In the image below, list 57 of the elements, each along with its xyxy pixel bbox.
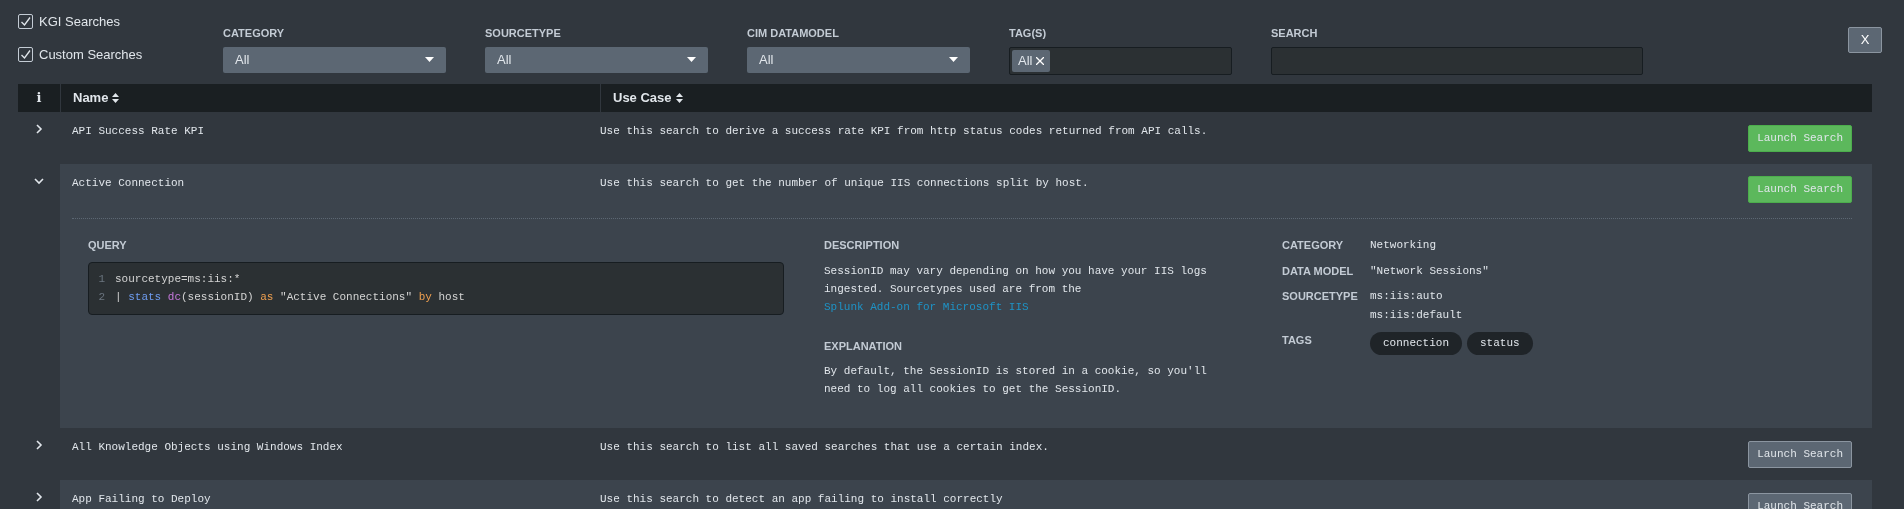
- meta-value: ms:iis:default: [1370, 307, 1463, 323]
- explanation-text: By default, the SessionID is stored in a cookie, so you'll need to log all cookies to get the SessionID.: [824, 364, 1208, 397]
- section-label: QUERY: [88, 238, 128, 253]
- filter-label: SEARCH: [1271, 26, 1319, 41]
- sort-icon[interactable]: [112, 93, 120, 103]
- info-header: i: [35, 89, 43, 108]
- category-select[interactable]: All: [485, 46, 708, 73]
- close-icon[interactable]: [1036, 56, 1045, 65]
- launch-search-button[interactable]: Launch Search: [1748, 441, 1852, 468]
- sort-icon[interactable]: [675, 93, 683, 103]
- chevron-down-icon[interactable]: [34, 176, 44, 186]
- code-line: sourcetype=ms:iis:*: [114, 271, 241, 287]
- line-number: 2: [97, 290, 106, 305]
- meta-label: CATEGORY: [1282, 238, 1345, 253]
- caret-icon: [425, 57, 434, 62]
- section-label: DESCRIPTION: [824, 238, 901, 253]
- tag-chip[interactable]: All: [1012, 49, 1051, 72]
- filter-label: TAG(S): [1009, 26, 1048, 41]
- search-name: App Failing to Deploy: [71, 492, 212, 507]
- use-case-text: Use this search to derive a success rate KPI from http status codes returned from API calls.: [600, 124, 1209, 139]
- tag-pill[interactable]: connection: [1370, 332, 1462, 355]
- category-select[interactable]: All: [747, 46, 970, 73]
- caret-icon: [949, 57, 958, 62]
- filter-label: CIM DATAMODEL: [747, 26, 840, 41]
- search-field[interactable]: [1271, 46, 1643, 75]
- search-name: All Knowledge Objects using Windows Index: [71, 440, 344, 455]
- checkbox[interactable]: [18, 14, 33, 30]
- use-case-text: Use this search to detect an app failing to install correctly: [600, 492, 1004, 507]
- code-line: | stats dc(sessionID) as "Active Connections" by host: [114, 290, 465, 305]
- use-case-text: Use this search to get the number of unique IIS connections split by host.: [600, 176, 1090, 191]
- search-name: API Success Rate KPI: [71, 124, 206, 139]
- section-label: EXPLANATION: [824, 338, 904, 354]
- search-name: Active Connection: [71, 176, 186, 191]
- chevron-right-icon[interactable]: [34, 492, 44, 502]
- meta-label: TAGS: [1282, 333, 1313, 348]
- checkbox[interactable]: [18, 46, 33, 62]
- add-on-link[interactable]: Splunk Add-on for Microsoft IIS: [824, 300, 1029, 313]
- checkbox-label: Custom Searches: [39, 45, 143, 64]
- close-button[interactable]: X: [1848, 27, 1882, 53]
- chevron-right-icon[interactable]: [34, 124, 44, 134]
- meta-value: "Network Sessions": [1370, 263, 1489, 279]
- tag-input[interactable]: All: [1009, 46, 1232, 75]
- category-select[interactable]: All: [223, 46, 446, 73]
- launch-search-button[interactable]: Launch Search: [1748, 493, 1852, 509]
- filter-label: SOURCETYPE: [485, 26, 562, 41]
- meta-value: ms:iis:auto: [1370, 289, 1444, 304]
- meta-label: DATA MODEL: [1282, 263, 1355, 279]
- use-case-text: Use this search to list all saved searches that use a certain index.: [600, 440, 1050, 455]
- tag-pill[interactable]: status: [1467, 332, 1533, 355]
- checkbox-label: KGI Searches: [39, 13, 120, 31]
- line-number: 1: [97, 271, 106, 287]
- meta-value: Networking: [1370, 238, 1436, 253]
- chevron-right-icon[interactable]: [34, 440, 44, 450]
- caret-icon: [687, 57, 696, 62]
- filter-label: CATEGORY: [223, 26, 286, 41]
- meta-label: SOURCETYPE: [1282, 289, 1359, 304]
- description-text: SessionID may vary depending on how you have your IIS logs ingested. Sourcetypes used are from the Splunk Add-on for Microsoft IIS: [824, 263, 1208, 315]
